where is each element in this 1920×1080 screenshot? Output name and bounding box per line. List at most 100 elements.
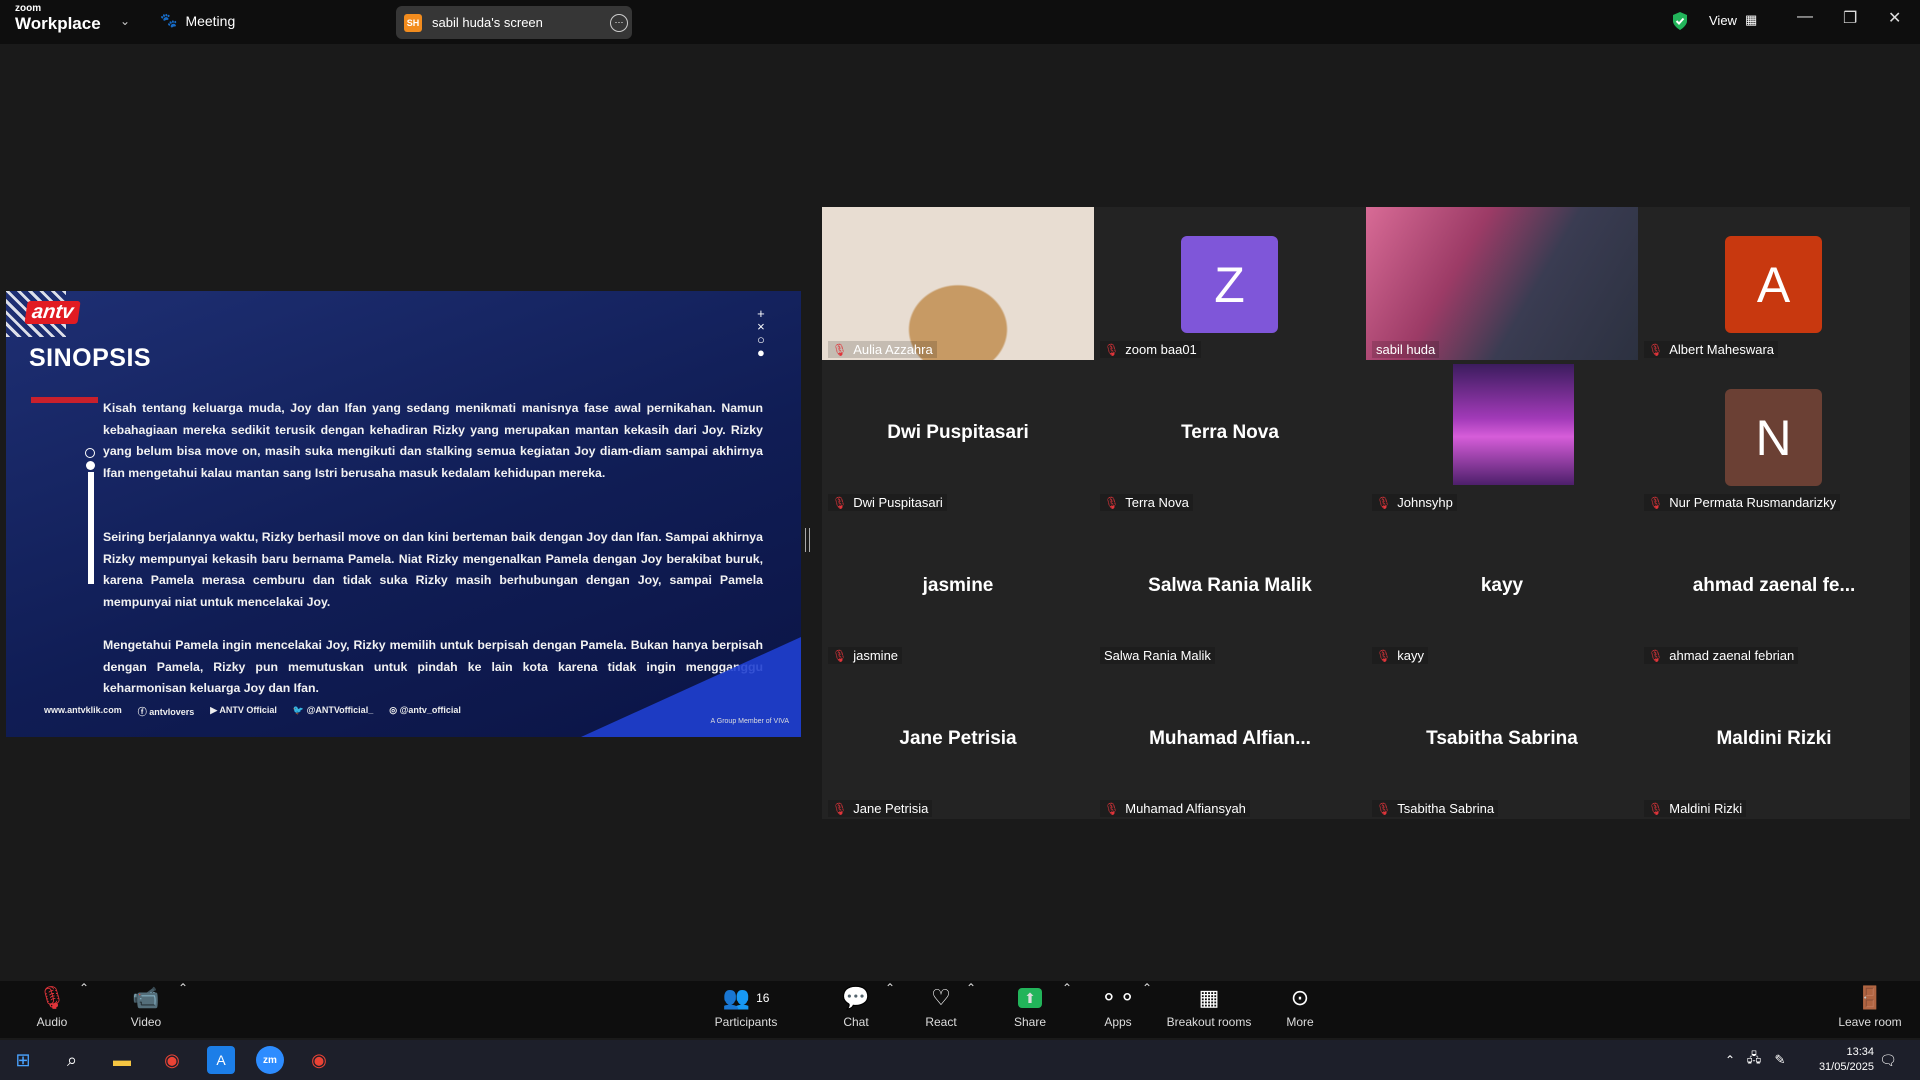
app-store-icon[interactable]: A [207, 1046, 235, 1074]
profile-picture [1453, 364, 1574, 485]
view-label: View [1709, 12, 1737, 28]
microphone-muted-icon: 🎙 [1648, 648, 1664, 663]
participant-tile[interactable]: Salwa Rania Malik Salwa Rania Malik [1094, 513, 1366, 666]
participant-tile[interactable]: Z 🎙 zoom baa01 [1094, 207, 1366, 360]
participants-label: Participants [714, 1015, 778, 1029]
audio-label: Audio [36, 1015, 68, 1029]
participant-tile[interactable]: Muhamad Alfian... 🎙 Muhamad Alfiansyah [1094, 666, 1366, 819]
microphone-muted-icon: 🎙 [832, 801, 848, 816]
participant-name: jasmine [853, 648, 899, 663]
facebook-text: antvlovers [149, 707, 195, 717]
taskbar-clock[interactable]: 13:34 31/05/2025 [1819, 1045, 1874, 1075]
participant-display-name: kayy [1480, 575, 1524, 596]
participant-tile[interactable]: kayy 🎙 kayy [1366, 513, 1638, 666]
apps-icon: ⚬⚬ [1099, 985, 1137, 1010]
search-icon[interactable]: ⌕ [58, 1046, 86, 1074]
audio-options-caret-icon[interactable]: ⌃ [79, 981, 89, 995]
share-button[interactable]: ⬆ Share [1007, 981, 1053, 1029]
windows-start-icon[interactable]: ⊞ [9, 1046, 37, 1074]
avatar: A [1725, 236, 1822, 333]
clock-time: 13:34 [1846, 1046, 1874, 1058]
video-button[interactable]: 📹 Video [124, 981, 168, 1029]
participant-name: kayy [1397, 648, 1424, 663]
minimize-icon[interactable]: — [1797, 8, 1813, 26]
synopsis-paragraph-1: Kisah tentang keluarga muda, Joy dan Ifa… [103, 401, 763, 480]
participant-name-label: 🎙 ahmad zaenal febrian [1644, 647, 1799, 664]
youtube-text: ANTV Official [219, 705, 277, 715]
chat-label: Chat [843, 1015, 869, 1029]
participant-tile[interactable]: Maldini Rizki 🎙 Maldini Rizki [1638, 666, 1910, 819]
network-icon[interactable]: 🖧 [1740, 1046, 1768, 1074]
shield-check-icon[interactable] [1671, 11, 1689, 31]
notification-icon[interactable]: 🗨 [1874, 1046, 1902, 1074]
pen-icon[interactable]: ✎ [1766, 1046, 1794, 1074]
participant-tile[interactable]: Dwi Puspitasari 🎙 Dwi Puspitasari [822, 360, 1094, 513]
splitter-handle[interactable] [805, 528, 810, 552]
shared-screen-pill[interactable]: SH sabil huda's screen ⋯ [396, 6, 632, 39]
participant-name-label: Salwa Rania Malik [1100, 647, 1215, 664]
audio-button[interactable]: 🎙 Audio [30, 981, 74, 1029]
participant-tile[interactable]: Terra Nova 🎙 Terra Nova [1094, 360, 1366, 513]
file-explorer-icon[interactable]: ▬ [108, 1046, 136, 1074]
meeting-menu[interactable]: 🐾 Meeting [160, 12, 235, 29]
participant-tile[interactable]: Jane Petrisia 🎙 Jane Petrisia [822, 666, 1094, 819]
microphone-muted-icon: 🎙 [1648, 495, 1664, 510]
react-button[interactable]: ♡ React [918, 981, 964, 1029]
share-options-caret-icon[interactable]: ⌃ [1062, 981, 1072, 995]
apps-button[interactable]: ⚬⚬ Apps [1095, 981, 1141, 1029]
participants-button[interactable]: 👥 16 Participants [710, 981, 782, 1029]
participant-name: Johnsyhp [1397, 495, 1453, 510]
participant-display-name: Maldini Rizki [1716, 728, 1832, 749]
participant-tile[interactable]: 🎙 Johnsyhp [1366, 360, 1638, 513]
participant-name: Jane Petrisia [853, 801, 929, 816]
microphone-muted-icon: 🎙 [1104, 801, 1120, 816]
leave-room-button[interactable]: 🚪 Leave room [1834, 981, 1906, 1029]
zoom-workplace-logo[interactable]: zoom Workplace [15, 3, 101, 33]
breakout-rooms-button[interactable]: ▦ Breakout rooms [1163, 981, 1255, 1029]
participant-display-name: Jane Petrisia [899, 728, 1017, 749]
participant-name: Salwa Rania Malik [1104, 648, 1211, 663]
antv-logo: antv [24, 301, 81, 324]
participant-count: 16 [756, 991, 770, 1005]
clock-date: 31/05/2025 [1818, 1061, 1874, 1073]
participant-name: Dwi Puspitasari [853, 495, 943, 510]
shared-screen: antv + × ○ ● SINOPSIS Kisah tentang keluarg… [6, 291, 801, 737]
leave-label: Leave room [1838, 1015, 1902, 1029]
breakout-label: Breakout rooms [1166, 1015, 1252, 1029]
participant-name: Maldini Rizki [1669, 801, 1743, 816]
logo-bottom-text: Workplace [15, 14, 101, 33]
chat-button[interactable]: 💬 Chat [833, 981, 879, 1029]
red-underline [31, 397, 98, 403]
react-options-caret-icon[interactable]: ⌃ [966, 981, 976, 995]
participant-tile[interactable]: N 🎙 Nur Permata Rusmandarizky [1638, 360, 1910, 513]
apps-options-caret-icon[interactable]: ⌃ [1142, 981, 1152, 995]
chat-options-caret-icon[interactable]: ⌃ [885, 981, 895, 995]
logo-top-text: zoom [15, 3, 42, 14]
video-options-caret-icon[interactable]: ⌃ [178, 981, 188, 995]
view-button[interactable]: View ▦ [1709, 12, 1757, 28]
chrome-profile-icon[interactable]: ◉ [305, 1046, 333, 1074]
participant-tile[interactable]: ahmad zaenal fe... 🎙 ahmad zaenal febrian [1638, 513, 1910, 666]
participant-tile[interactable]: sabil huda [1366, 207, 1638, 360]
participant-display-name: jasmine [922, 575, 994, 596]
more-label: More [1286, 1015, 1314, 1029]
chevron-down-icon[interactable]: ⌄ [120, 14, 130, 28]
restore-icon[interactable]: ❐ [1843, 8, 1857, 28]
participant-tile[interactable]: jasmine 🎙 jasmine [822, 513, 1094, 666]
participant-name: Nur Permata Rusmandarizky [1669, 495, 1837, 510]
participant-name-label: 🎙 kayy [1372, 647, 1428, 664]
participant-tile[interactable]: A 🎙 Albert Maheswara [1638, 207, 1910, 360]
participant-tile[interactable]: Tsabitha Sabrina 🎙 Tsabitha Sabrina [1366, 666, 1638, 819]
participant-tile[interactable]: 🎙 Aulia Azzahra [822, 207, 1094, 360]
more-button[interactable]: ⊙ More [1277, 981, 1323, 1029]
zoom-taskbar-icon[interactable]: zm [256, 1046, 284, 1074]
close-icon[interactable]: ✕ [1888, 8, 1901, 28]
participant-name-label: 🎙 jasmine [828, 647, 903, 664]
instagram-text: @antv_official [399, 705, 461, 715]
twitter-text: @ANTVofficial_ [306, 705, 374, 715]
video-label: Video [130, 1015, 162, 1029]
microphone-muted-icon: 🎙 [1104, 342, 1120, 357]
chrome-icon[interactable]: ◉ [158, 1046, 186, 1074]
more-icon: ⊙ [1290, 985, 1310, 1010]
more-options-icon[interactable]: ⋯ [610, 13, 628, 32]
